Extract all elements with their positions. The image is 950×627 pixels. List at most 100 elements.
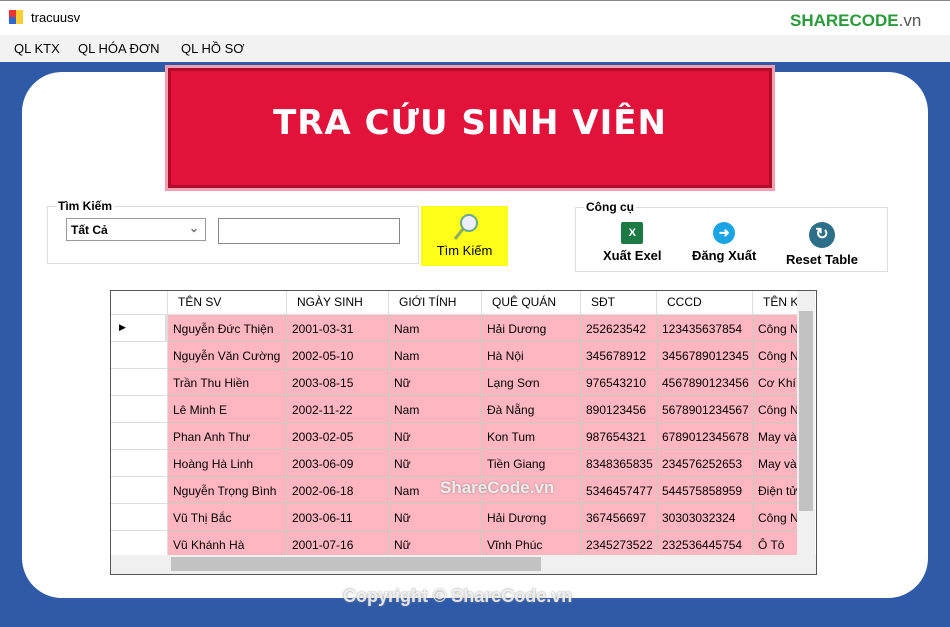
table-cell[interactable]: Điện tử [753, 477, 798, 504]
table-cell[interactable]: 890123456 [581, 396, 657, 423]
table-cell[interactable]: 2002-11-22 [287, 396, 389, 423]
search-button[interactable]: Tìm Kiếm [421, 206, 508, 266]
row-header[interactable] [111, 342, 168, 369]
column-header[interactable]: GIỚI TÍNH [389, 291, 482, 315]
table-cell[interactable]: Hoàng Hà Linh [168, 450, 287, 477]
table-cell[interactable]: 30303032324 [657, 504, 753, 531]
table-cell[interactable]: Tiền Giang [482, 450, 581, 477]
filter-select[interactable]: Tất Cả ⌄ [66, 218, 206, 241]
table-cell[interactable]: Nữ [389, 423, 482, 450]
table-cell[interactable]: Nguyễn Trọng Bình [168, 477, 287, 504]
row-header[interactable] [111, 423, 168, 450]
table-cell[interactable]: Trần Thu Hiền [168, 369, 287, 396]
table-cell[interactable]: Vũ Thị Bắc [168, 504, 287, 531]
table-cell[interactable]: Vĩnh Phúc [482, 531, 581, 558]
table-cell[interactable]: Nữ [389, 450, 482, 477]
table-cell[interactable]: Công N [753, 396, 798, 423]
row-header[interactable] [111, 504, 168, 531]
table-cell[interactable]: 2003-06-11 [287, 504, 389, 531]
table-cell[interactable]: 5346457477 [581, 477, 657, 504]
table-cell[interactable]: Nữ [389, 504, 482, 531]
table-cell[interactable]: Nguyễn Đức Thiện [168, 315, 287, 342]
table-cell[interactable]: Nam [389, 396, 482, 423]
horizontal-scrollbar[interactable] [111, 555, 816, 574]
table-row[interactable]: Phan Anh Thư 2003-02-05 Nữ Kon Tum 987654321… [111, 423, 798, 450]
table-cell[interactable]: 2003-08-15 [287, 369, 389, 396]
row-header[interactable] [111, 369, 168, 396]
table-row[interactable]: ▶ Nguyễn Đức Thiện 2001-03-31 Nam Hải Dương 2… [111, 315, 798, 342]
table-cell[interactable]: 2003-06-09 [287, 450, 389, 477]
table-cell[interactable]: Hải Dương [482, 315, 581, 342]
reset-table-button[interactable]: ↻ Reset Table [786, 222, 858, 267]
table-cell[interactable]: 252623542 [581, 315, 657, 342]
table-cell[interactable]: May và [753, 450, 798, 477]
table-header[interactable]: TÊN SV NGÀY SINH GIỚI TÍNH QUÊ QUÁN SĐT CCCD T… [111, 291, 798, 318]
table-row[interactable]: Lê Minh E 2002-11-22 Nam Đà Nẵng 890123456 56… [111, 396, 798, 423]
table-cell[interactable]: Lạng Sơn [482, 369, 581, 396]
table-cell[interactable]: Nữ [389, 531, 482, 558]
table-cell[interactable]: Công N [753, 504, 798, 531]
vertical-scrollbar[interactable] [797, 291, 815, 555]
table-row[interactable]: Nguyễn Văn Cường 2002-05-10 Nam Hà Nội 34567… [111, 342, 798, 369]
row-header[interactable] [111, 477, 168, 504]
menu-ql-ho-so[interactable]: QL HỒ SƠ [181, 41, 244, 56]
export-excel-button[interactable]: X Xuất Exel [603, 222, 662, 263]
table-cell[interactable]: Vũ Khánh Hà [168, 531, 287, 558]
column-header[interactable]: TÊN K [753, 291, 798, 315]
table-cell[interactable]: 987654321 [581, 423, 657, 450]
table-cell[interactable]: 3456789012345 [657, 342, 753, 369]
table-cell[interactable]: 2001-07-16 [287, 531, 389, 558]
table-cell[interactable]: May và [753, 423, 798, 450]
table-cell[interactable]: 2345273522 [581, 531, 657, 558]
table-cell[interactable]: 2002-05-10 [287, 342, 389, 369]
table-row[interactable]: Vũ Thị Bắc 2003-06-11 Nữ Hải Dương 367456697… [111, 504, 798, 531]
table-cell[interactable]: Nguyễn Văn Cường [168, 342, 287, 369]
table-cell[interactable]: 5678901234567 [657, 396, 753, 423]
search-input[interactable] [218, 218, 400, 244]
table-cell[interactable]: 2002-06-18 [287, 477, 389, 504]
table-cell[interactable]: Nữ [389, 369, 482, 396]
column-header[interactable]: TÊN SV [168, 291, 287, 315]
students-table[interactable]: Vũ Khánh Hà 2001-07-16 Nữ Vĩnh Phúc 23452735… [110, 290, 817, 575]
table-cell[interactable]: Công N [753, 342, 798, 369]
table-row[interactable]: Trần Thu Hiền 2003-08-15 Nữ Lạng Sơn 9765432… [111, 369, 798, 396]
table-cell[interactable]: 234576252653 [657, 450, 753, 477]
menu-ql-ktx[interactable]: QL KTX [14, 41, 60, 56]
row-header[interactable] [111, 450, 168, 477]
table-cell[interactable]: Cơ Khí [753, 369, 798, 396]
table-cell[interactable]: Công N [753, 315, 798, 342]
table-cell[interactable]: 2003-02-05 [287, 423, 389, 450]
table-cell[interactable]: Lê Minh E [168, 396, 287, 423]
table-cell[interactable]: 8348365835 [581, 450, 657, 477]
table-cell[interactable]: 544575858959 [657, 477, 753, 504]
table-cell[interactable]: 123435637854 [657, 315, 753, 342]
table-cell[interactable]: Kon Tum [482, 423, 581, 450]
table-cell[interactable]: 232536445754 [657, 531, 753, 558]
table-cell[interactable]: 345678912 [581, 342, 657, 369]
column-header[interactable]: QUÊ QUÁN [482, 291, 581, 315]
table-cell[interactable]: Đà Nẵng [482, 396, 581, 423]
table-cell[interactable]: 976543210 [581, 369, 657, 396]
table-cell[interactable]: Ô Tô [753, 531, 798, 558]
column-header[interactable]: CCCD [657, 291, 753, 315]
row-header[interactable]: ▶ [111, 315, 168, 342]
header-corner[interactable] [111, 291, 168, 315]
row-header[interactable] [111, 531, 168, 558]
banner: TRA CỨU SINH VIÊN [168, 68, 772, 188]
table-cell[interactable]: Phan Anh Thư [168, 423, 287, 450]
table-row[interactable]: Hoàng Hà Linh 2003-06-09 Nữ Tiền Giang 83483… [111, 450, 798, 477]
menu-ql-hoa-don[interactable]: QL HÓA ĐƠN [78, 41, 159, 56]
table-cell[interactable]: 2001-03-31 [287, 315, 389, 342]
table-cell[interactable]: 367456697 [581, 504, 657, 531]
table-cell[interactable]: 4567890123456 [657, 369, 753, 396]
logout-button[interactable]: ➜ Đăng Xuất [692, 222, 756, 263]
table-cell[interactable]: Hải Dương [482, 504, 581, 531]
table-cell[interactable]: Hà Nội [482, 342, 581, 369]
column-header[interactable]: NGÀY SINH [287, 291, 389, 315]
table-cell[interactable]: Nam [389, 315, 482, 342]
column-header[interactable]: SĐT [581, 291, 657, 315]
row-header[interactable] [111, 396, 168, 423]
table-row[interactable]: Vũ Khánh Hà 2001-07-16 Nữ Vĩnh Phúc 23452735… [111, 531, 798, 558]
table-cell[interactable]: Nam [389, 342, 482, 369]
table-cell[interactable]: 6789012345678 [657, 423, 753, 450]
